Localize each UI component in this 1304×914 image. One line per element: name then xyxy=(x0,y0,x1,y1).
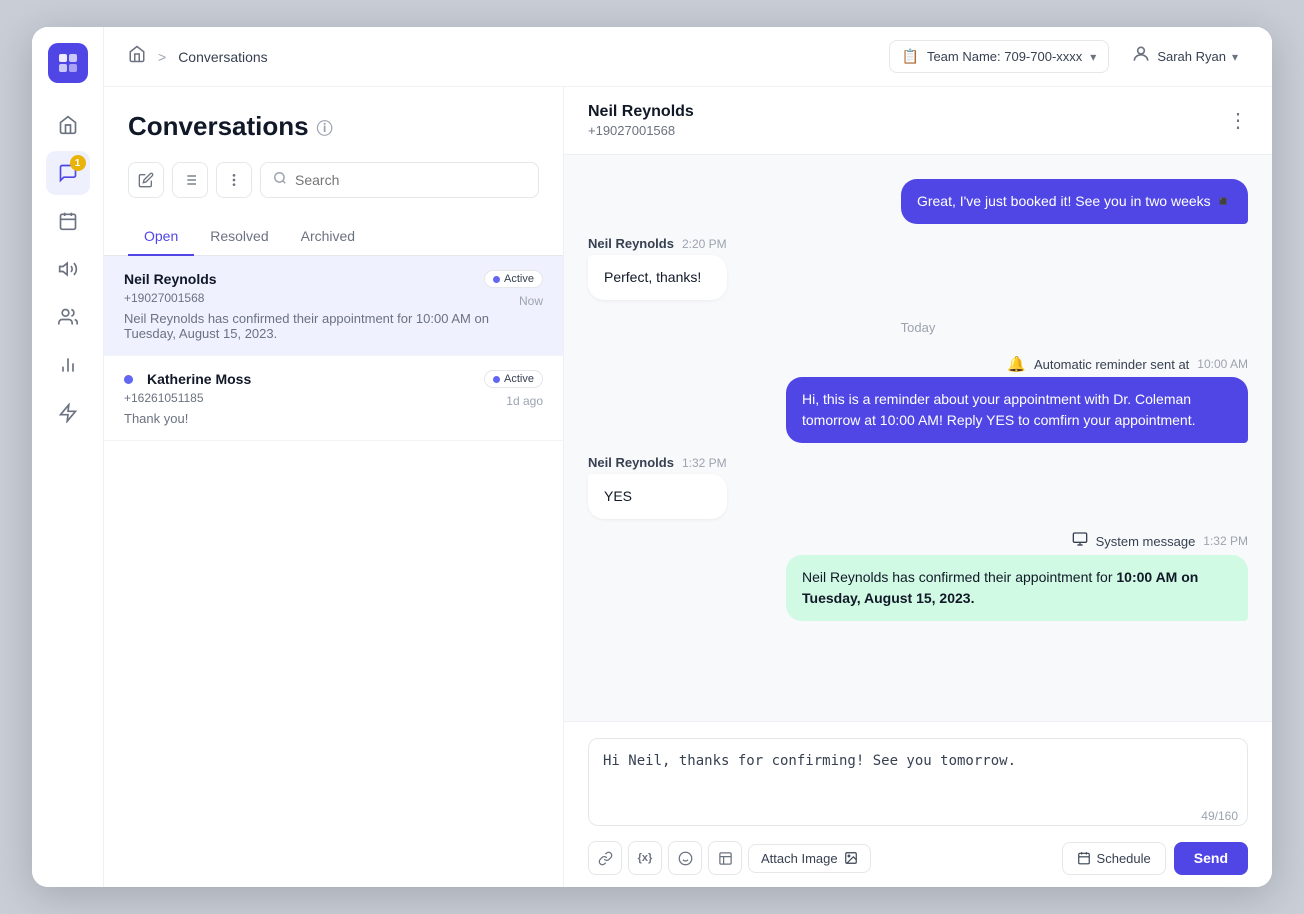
msg-time-neil-2: 1:32 PM xyxy=(682,456,727,470)
reminder-time: 10:00 AM xyxy=(1197,357,1248,371)
team-selector[interactable]: 📋 Team Name: 709-700-xxxx ▾ xyxy=(889,40,1110,73)
msg-sender-neil-1: Neil Reynolds xyxy=(588,236,674,251)
conversations-badge: 1 xyxy=(70,155,86,171)
char-count: 49/160 xyxy=(1201,809,1238,823)
chat-header: Neil Reynolds +19027001568 ⋮ xyxy=(564,87,1272,155)
sidebar-item-contacts[interactable] xyxy=(46,295,90,339)
sidebar-item-automations[interactable] xyxy=(46,391,90,435)
conv-phone-katherine: +16261051185 xyxy=(124,391,204,405)
system-bubble-confirm: Neil Reynolds has confirmed their appoin… xyxy=(786,555,1248,621)
user-name: Sarah Ryan xyxy=(1157,49,1226,64)
msg-bubble-yes: YES xyxy=(588,474,727,519)
search-input[interactable] xyxy=(295,172,526,188)
compose-wrapper: Hi Neil, thanks for confirming! See you … xyxy=(588,738,1248,831)
sidebar-item-home[interactable] xyxy=(46,103,90,147)
date-separator-today: Today xyxy=(588,320,1248,335)
chat-contact-name: Neil Reynolds xyxy=(588,103,694,121)
template-button[interactable] xyxy=(708,841,742,875)
team-selector-icon: 📋 xyxy=(902,48,919,65)
message-system-reminder: 🔔 Automatic reminder sent at 10:00 AM Hi… xyxy=(786,355,1248,443)
emoji-button[interactable] xyxy=(668,841,702,875)
variable-button[interactable]: {x} xyxy=(628,841,662,875)
system-icon xyxy=(1072,531,1088,551)
active-badge-katherine: Active xyxy=(484,370,543,388)
breadcrumb-conversations: Conversations xyxy=(178,49,268,65)
conv-name-katherine: Katherine Moss xyxy=(147,371,251,387)
tab-open[interactable]: Open xyxy=(128,218,194,256)
message-system-confirm: System message 1:32 PM Neil Reynolds has… xyxy=(786,531,1248,621)
conversation-list: Neil Reynolds Active +19027001568 xyxy=(104,256,563,887)
chat-contact-info: Neil Reynolds +19027001568 xyxy=(588,103,694,138)
active-dot-katherine xyxy=(493,376,500,383)
message-incoming-1: Neil Reynolds 2:20 PM Perfect, thanks! xyxy=(588,236,727,300)
messages-list: Great, I've just booked it! See you in t… xyxy=(564,155,1272,721)
chat-panel: Neil Reynolds +19027001568 ⋮ Great, I've… xyxy=(564,87,1272,887)
compose-input[interactable]: Hi Neil, thanks for confirming! See you … xyxy=(588,738,1248,826)
tab-resolved[interactable]: Resolved xyxy=(194,218,284,256)
more-options-button[interactable] xyxy=(216,162,252,198)
sidebar-item-calendar[interactable] xyxy=(46,199,90,243)
msg-time-neil-1: 2:20 PM xyxy=(682,237,727,251)
active-badge-neil: Active xyxy=(484,270,543,288)
system-label: System message xyxy=(1096,534,1196,549)
topbar-home-icon[interactable] xyxy=(128,45,146,68)
search-icon xyxy=(273,171,287,189)
conversation-item-neil-reynolds[interactable]: Neil Reynolds Active +19027001568 xyxy=(104,256,563,356)
filter-button[interactable] xyxy=(172,162,208,198)
bell-icon: 🔔 xyxy=(1007,355,1026,373)
msg-bubble-1: Great, I've just booked it! See you in t… xyxy=(901,179,1248,224)
active-dot xyxy=(493,276,500,283)
team-selector-chevron: ▾ xyxy=(1090,50,1096,64)
chat-contact-phone: +19027001568 xyxy=(588,123,694,138)
user-icon xyxy=(1131,44,1151,69)
message-incoming-yes: Neil Reynolds 1:32 PM YES xyxy=(588,455,727,519)
conversations-toolbar xyxy=(128,162,539,198)
topbar: > Conversations 📋 Team Name: 709-700-xxx… xyxy=(104,27,1272,87)
content-area: Conversations ⓘ xyxy=(104,87,1272,887)
user-menu[interactable]: Sarah Ryan ▾ xyxy=(1121,37,1248,76)
schedule-button[interactable]: Schedule xyxy=(1062,842,1166,875)
conversation-item-katherine-moss[interactable]: Katherine Moss Active +16261051185 xyxy=(104,356,563,441)
left-panel-header: Conversations ⓘ xyxy=(104,87,563,214)
app-logo[interactable] xyxy=(48,43,88,83)
conv-preview-katherine: Thank you! xyxy=(124,411,543,426)
user-chevron: ▾ xyxy=(1232,50,1238,64)
info-icon: ⓘ xyxy=(317,115,333,139)
message-outgoing-1: Great, I've just booked it! See you in t… xyxy=(901,179,1248,224)
conv-preview-neil: Neil Reynolds has confirmed their appoin… xyxy=(124,311,543,341)
sidebar: 1 xyxy=(32,27,104,887)
conv-phone-neil: +19027001568 xyxy=(124,291,204,305)
reminder-bubble: Hi, this is a reminder about your appoin… xyxy=(786,377,1248,443)
msg-bubble-incoming-1: Perfect, thanks! xyxy=(588,255,727,300)
compose-button[interactable] xyxy=(128,162,164,198)
page-title: Conversations ⓘ xyxy=(128,111,539,142)
msg-sender-neil-2: Neil Reynolds xyxy=(588,455,674,470)
sidebar-item-conversations[interactable]: 1 xyxy=(46,151,90,195)
compose-area: Hi Neil, thanks for confirming! See you … xyxy=(564,721,1272,887)
tab-archived[interactable]: Archived xyxy=(285,218,371,256)
conv-time-katherine: 1d ago xyxy=(506,394,543,408)
schedule-label: Schedule xyxy=(1097,851,1151,866)
search-box[interactable] xyxy=(260,162,539,198)
sidebar-item-campaigns[interactable] xyxy=(46,247,90,291)
topbar-right: 📋 Team Name: 709-700-xxxx ▾ Sarah Ryan ▾ xyxy=(889,37,1249,76)
unread-dot-katherine xyxy=(124,375,133,384)
main-content: > Conversations 📋 Team Name: 709-700-xxx… xyxy=(104,27,1272,887)
sidebar-item-analytics[interactable] xyxy=(46,343,90,387)
compose-right-actions: Schedule Send xyxy=(1062,842,1248,875)
attach-image-button[interactable]: Attach Image xyxy=(748,844,871,873)
left-panel: Conversations ⓘ xyxy=(104,87,564,887)
link-button[interactable] xyxy=(588,841,622,875)
system-time: 1:32 PM xyxy=(1203,534,1248,548)
conversation-tabs: Open Resolved Archived xyxy=(104,218,563,256)
breadcrumb-separator: > xyxy=(158,49,166,65)
compose-toolbar: {x} Attach Image xyxy=(588,841,1248,875)
send-button[interactable]: Send xyxy=(1174,842,1248,875)
conv-name-neil: Neil Reynolds xyxy=(124,271,217,287)
attach-image-label: Attach Image xyxy=(761,851,838,866)
conv-time-neil: Now xyxy=(519,294,543,308)
reminder-label: Automatic reminder sent at xyxy=(1034,357,1189,372)
team-selector-label: Team Name: 709-700-xxxx xyxy=(927,49,1082,64)
chat-more-button[interactable]: ⋮ xyxy=(1228,108,1248,133)
